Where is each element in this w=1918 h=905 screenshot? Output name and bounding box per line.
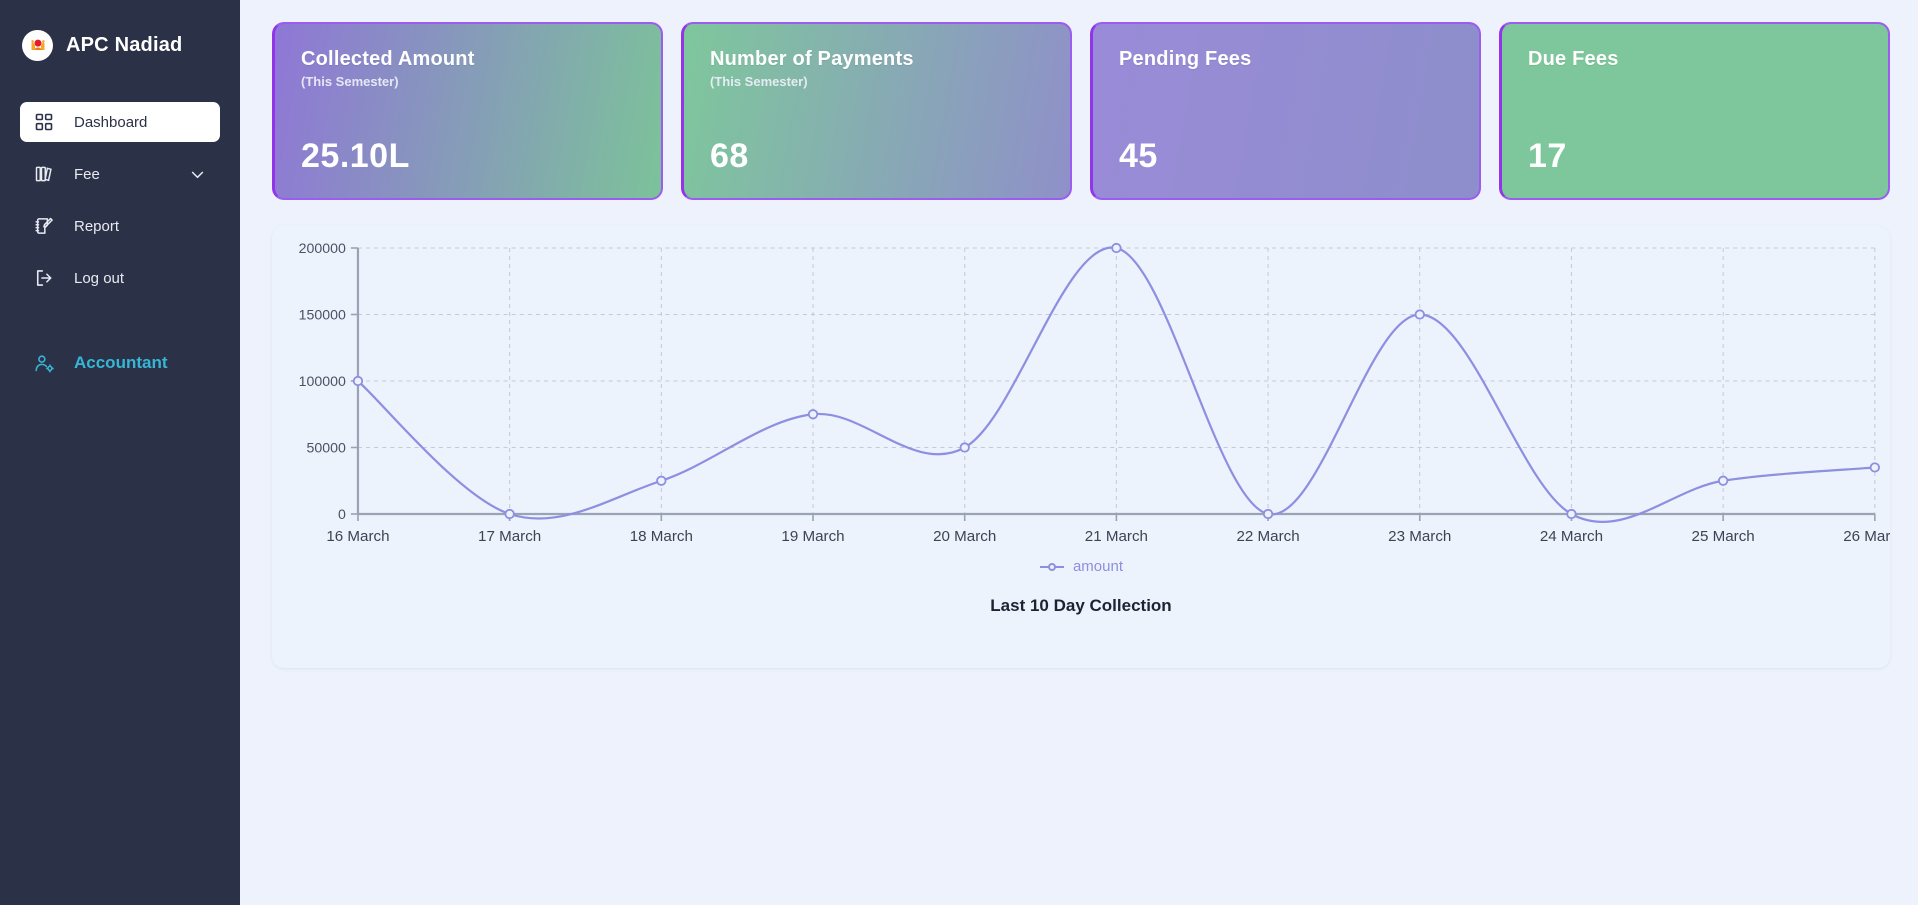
legend-label: amount [1072, 558, 1124, 575]
sidebar-nav: Dashboard Fee Report Log out [0, 102, 240, 298]
x-axis-tick-label: 24 March [1540, 528, 1603, 545]
books-icon [34, 164, 60, 184]
person-raised-arms-logo [22, 29, 53, 61]
sidebar-role-label: Accountant [74, 353, 168, 372]
sidebar-item-label: Log out [74, 269, 125, 287]
chart-data-point[interactable] [1262, 508, 1274, 520]
main-content: Collected Amount (This Semester) 25.10L … [240, 0, 1918, 905]
sidebar-role-accountant[interactable]: Accountant [20, 346, 220, 380]
chart-data-point[interactable] [807, 409, 819, 420]
sidebar-item-label: Report [74, 217, 120, 235]
y-axis-tick-label: 100000 [299, 373, 346, 389]
stat-card-subtitle: (This Semester) [710, 74, 808, 89]
chart-svg[interactable]: 0 50000 100000 150000 200000 16 March 17 March… [272, 226, 1907, 556]
stat-cards: Collected Amount (This Semester) 25.10L … [272, 22, 1890, 200]
stat-card-value: 25.10L [301, 137, 410, 175]
stat-card-value: 17 [1528, 137, 1567, 175]
chart-data-point[interactable] [1566, 508, 1577, 520]
y-axis-tick-label: 150000 [299, 307, 346, 323]
x-axis-tick-label: 21 March [1085, 528, 1148, 545]
chart-data-point[interactable] [352, 375, 364, 387]
chart-data-point[interactable] [1717, 475, 1729, 486]
chart-data-point[interactable] [1869, 462, 1880, 473]
y-axis-tick-label: 0 [338, 506, 346, 522]
chart-data-point[interactable] [1414, 309, 1425, 320]
stat-card-title: Pending Fees [1119, 48, 1252, 70]
x-axis-tick-label: 19 March [781, 528, 844, 545]
notebook-edit-icon [34, 216, 60, 236]
chart-title: Last 10 Day Collection [990, 596, 1172, 615]
chart-data-point[interactable] [1111, 242, 1122, 254]
chart-data-point[interactable] [656, 475, 667, 486]
x-axis-tick-label: 22 March [1236, 528, 1299, 545]
sidebar-item-label: Dashboard [74, 113, 148, 131]
sidebar-item-dashboard[interactable]: Dashboard [20, 102, 220, 142]
stat-card-collected-amount[interactable]: Collected Amount (This Semester) 25.10L [272, 22, 663, 200]
sidebar-item-report[interactable]: Report [20, 206, 220, 246]
stat-card-title: Due Fees [1528, 48, 1619, 70]
stat-card-number-of-payments[interactable]: Number of Payments (This Semester) 68 [681, 22, 1072, 200]
x-axis-tick-label: 18 March [630, 528, 693, 545]
stat-card-subtitle: (This Semester) [301, 74, 399, 89]
y-axis-tick-label: 200000 [299, 240, 346, 256]
grid-dashboard-icon [34, 112, 60, 132]
chevron-down-icon[interactable] [189, 166, 206, 183]
x-axis-tick-label: 16 March [326, 528, 389, 545]
x-axis-tick-label: 25 March [1692, 528, 1755, 545]
x-axis-tick-label: 26 March [1843, 528, 1890, 545]
logout-arrow-icon [34, 268, 60, 288]
x-axis-tick-label: 20 March [933, 528, 996, 545]
legend-marker-icon [1039, 561, 1065, 573]
stat-card-pending-fees[interactable]: Pending Fees 45 [1090, 22, 1481, 200]
stat-card-value: 45 [1119, 137, 1158, 175]
stat-card-value: 68 [710, 137, 749, 175]
chart-panel: 0 50000 100000 150000 200000 16 March 17 March… [272, 226, 1907, 668]
brand[interactable]: APC Nadiad [0, 22, 240, 68]
stat-card-title: Number of Payments [710, 48, 914, 70]
sidebar-item-label: Fee [74, 165, 100, 183]
brand-title: APC Nadiad [66, 33, 183, 56]
y-axis-tick-label: 50000 [306, 440, 346, 456]
x-axis-tick-label: 17 March [478, 528, 541, 545]
stat-card-due-fees[interactable]: Due Fees 17 [1499, 22, 1890, 200]
app-root: APC Nadiad Dashboard Fee Report Log out … [0, 0, 1918, 905]
user-gear-icon [34, 353, 60, 374]
stat-card-title: Collected Amount [301, 48, 475, 70]
chart-data-point[interactable] [959, 442, 970, 453]
sidebar: APC Nadiad Dashboard Fee Report Log out … [0, 0, 240, 905]
chart-data-point[interactable] [504, 508, 515, 520]
chart-legend[interactable]: amount [272, 558, 1890, 575]
sidebar-item-fee[interactable]: Fee [20, 154, 220, 194]
sidebar-item-logout[interactable]: Log out [20, 258, 220, 298]
x-axis-tick-label: 23 March [1388, 528, 1451, 545]
